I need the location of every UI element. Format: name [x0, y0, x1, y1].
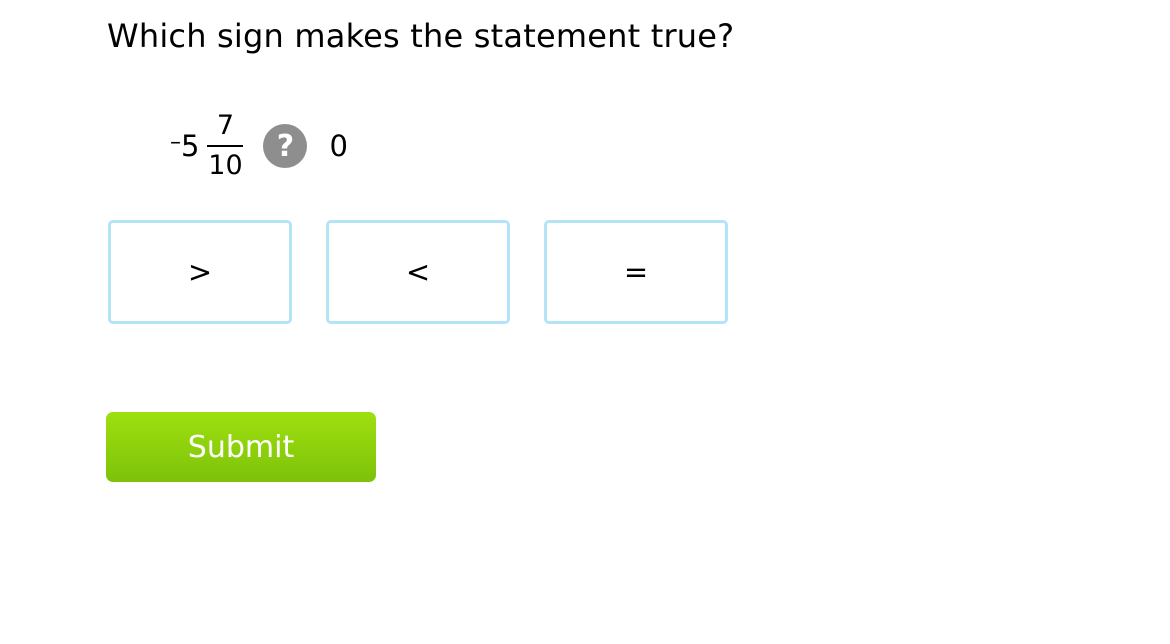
whole-number: 5: [181, 129, 200, 163]
comparison-statement: – 5 7 10 ? 0: [170, 108, 348, 184]
unknown-sign-placeholder: ?: [263, 124, 308, 168]
question-prompt: Which sign makes the statement true?: [107, 17, 735, 55]
submit-button[interactable]: Submit: [106, 412, 376, 482]
right-side-value: 0: [329, 129, 348, 163]
option-equals[interactable]: =: [544, 220, 728, 324]
fraction: 7 10: [207, 110, 244, 182]
fraction-denominator: 10: [208, 150, 243, 181]
negative-sign: –: [170, 129, 181, 155]
fraction-numerator: 7: [216, 110, 235, 141]
option-greater-than[interactable]: >: [108, 220, 292, 324]
option-less-than[interactable]: <: [326, 220, 510, 324]
